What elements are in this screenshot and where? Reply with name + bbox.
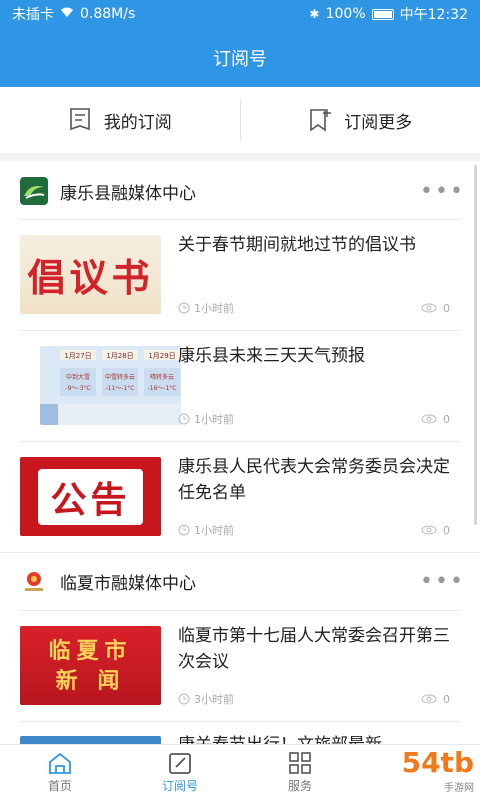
nav-services[interactable]: 服务 bbox=[240, 745, 360, 800]
thumbnail-text: 新 闻 bbox=[55, 667, 126, 694]
bookmark-add-icon bbox=[310, 109, 332, 132]
nav-home[interactable]: 首页 bbox=[0, 745, 120, 800]
my-subscriptions-label: 我的订阅 bbox=[103, 112, 172, 133]
weather-condition: 中雪转多云 bbox=[105, 373, 135, 381]
news-thumbnail: 公告 bbox=[20, 457, 161, 536]
channel-header[interactable]: 临夏市融媒体中心 ••• bbox=[0, 553, 480, 609]
watermark-sub: 手游网 bbox=[444, 783, 474, 794]
news-views: 0 bbox=[443, 523, 450, 537]
news-item[interactable]: 康关春节出行！文旅部最新 bbox=[0, 722, 480, 744]
subscribe-bar: 我的订阅 订阅更多 bbox=[0, 87, 480, 161]
thumbnail-text: 公告 bbox=[38, 468, 143, 525]
clock-icon bbox=[178, 302, 190, 314]
news-time: 1小时前 bbox=[194, 413, 234, 426]
home-icon bbox=[49, 752, 71, 774]
battery-icon bbox=[371, 8, 394, 20]
clock: 中午12:32 bbox=[399, 7, 468, 23]
thumbnail-text: 临夏市 bbox=[48, 637, 133, 664]
page-title: 订阅号 bbox=[213, 48, 267, 70]
news-title: 康乐县人民代表大会常务委员会决定任免名单 bbox=[178, 457, 450, 503]
news-meta: 1小时前 0 bbox=[178, 299, 450, 317]
eye-icon bbox=[421, 414, 437, 424]
edit-icon bbox=[169, 753, 191, 774]
watermark-main: 54tb bbox=[401, 746, 474, 779]
news-time: 1小时前 bbox=[194, 302, 234, 315]
news-meta: 1小时前 0 bbox=[178, 521, 450, 539]
thumbnail-text: 倡议书 bbox=[27, 255, 154, 300]
wifi-icon bbox=[60, 6, 74, 22]
news-time: 3小时前 bbox=[194, 693, 234, 706]
carrier-text: 未插卡 bbox=[12, 7, 54, 23]
weather-temp: -11～-1°C bbox=[106, 385, 135, 392]
news-views: 0 bbox=[443, 412, 450, 426]
battery-percent: 100% bbox=[325, 6, 366, 22]
clock-icon bbox=[178, 524, 190, 536]
bluetooth-icon: ✱ bbox=[309, 7, 320, 21]
news-meta: 1小时前 0 bbox=[178, 410, 450, 428]
my-subscriptions-button[interactable]: 我的订阅 bbox=[0, 87, 240, 153]
weather-temp: -16～-1°C bbox=[148, 385, 177, 392]
channel-header[interactable]: 康乐县融媒体中心 ••• bbox=[0, 163, 480, 219]
weather-date: 1月28日 bbox=[106, 352, 133, 360]
weather-forecast-image: 1月27日 1月28日 1月29日 中到大雪 中雪转多云 晴转多云 -9～-3°… bbox=[40, 346, 181, 425]
channel-logo bbox=[20, 177, 48, 205]
more-icon[interactable]: ••• bbox=[420, 179, 463, 204]
clock-icon bbox=[178, 413, 190, 425]
eye-icon bbox=[421, 525, 437, 535]
status-bar: 未插卡 0.88M/s ✱ 100% 中午12:32 bbox=[0, 0, 480, 28]
eye-icon bbox=[421, 303, 437, 313]
news-thumbnail bbox=[20, 736, 161, 744]
more-icon[interactable]: ••• bbox=[420, 569, 463, 594]
subscribe-more-button[interactable]: 订阅更多 bbox=[241, 87, 480, 153]
clock-icon bbox=[178, 693, 190, 705]
news-title: 康乐县未来三天天气预报 bbox=[178, 346, 365, 366]
eye-icon bbox=[421, 694, 437, 704]
list-icon bbox=[69, 108, 90, 131]
app-header: 订阅号 bbox=[0, 28, 480, 87]
nav-subscriptions[interactable]: 订阅号 bbox=[120, 745, 240, 800]
news-item[interactable]: 公告 康乐县人民代表大会常务委员会决定任免名单 1小时前 0 bbox=[0, 442, 480, 552]
scrollbar[interactable] bbox=[474, 165, 477, 525]
news-title: 康关春节出行！文旅部最新 bbox=[178, 732, 463, 744]
news-views: 0 bbox=[443, 692, 450, 706]
news-item[interactable]: 1月27日 1月28日 1月29日 中到大雪 中雪转多云 晴转多云 -9～-3°… bbox=[0, 331, 480, 441]
watermark: 54tb 手游网 bbox=[402, 746, 474, 794]
news-thumbnail: 临夏市 新 闻 bbox=[20, 626, 161, 705]
news-item[interactable]: 临夏市 新 闻 临夏市第十七届人大常委会召开第三次会议 3小时前 0 bbox=[0, 611, 480, 721]
channel-name: 康乐县融媒体中心 bbox=[60, 183, 196, 204]
channel-logo bbox=[20, 567, 48, 595]
news-time: 1小时前 bbox=[194, 524, 234, 537]
weather-date: 1月29日 bbox=[148, 352, 175, 360]
news-item[interactable]: 倡议书 关于春节期间就地过节的倡议书 1小时前 0 bbox=[0, 220, 480, 330]
weather-temp: -9～-3°C bbox=[65, 385, 90, 392]
channel-name: 临夏市融媒体中心 bbox=[60, 573, 196, 594]
news-meta: 3小时前 0 bbox=[178, 690, 450, 708]
weather-date: 1月27日 bbox=[64, 352, 91, 360]
news-views: 0 bbox=[443, 301, 450, 315]
news-thumbnail: 1月27日 1月28日 1月29日 中到大雪 中雪转多云 晴转多云 -9～-3°… bbox=[40, 346, 181, 425]
news-title: 关于春节期间就地过节的倡议书 bbox=[178, 235, 416, 255]
news-thumbnail: 倡议书 bbox=[20, 235, 161, 314]
nav-label: 订阅号 bbox=[161, 779, 198, 793]
weather-condition: 晴转多云 bbox=[150, 373, 174, 381]
nav-label: 首页 bbox=[47, 779, 72, 793]
nav-label: 服务 bbox=[287, 779, 312, 793]
network-speed: 0.88M/s bbox=[80, 6, 136, 22]
grid-icon bbox=[289, 752, 311, 774]
subscribe-more-label: 订阅更多 bbox=[344, 112, 413, 133]
news-title: 临夏市第十七届人大常委会召开第三次会议 bbox=[178, 626, 450, 672]
weather-condition: 中到大雪 bbox=[66, 373, 90, 381]
